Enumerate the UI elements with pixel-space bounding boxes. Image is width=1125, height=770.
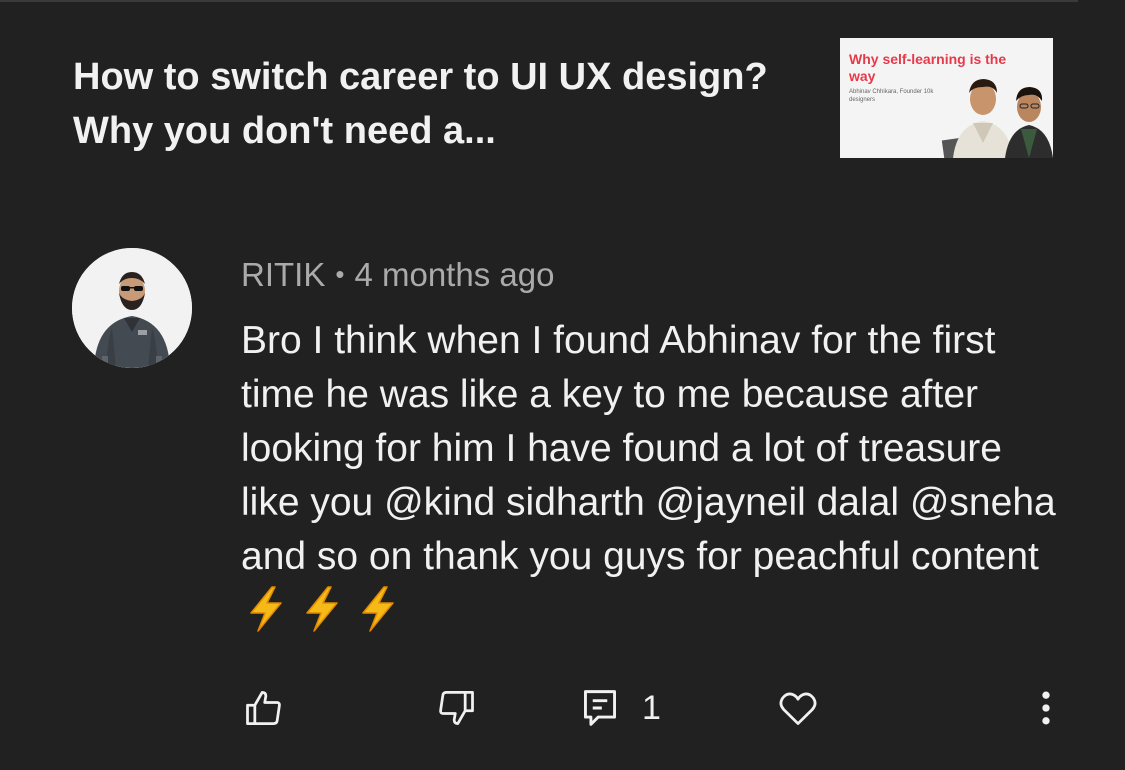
comment-text: Bro I think when I found Abhinav for the…: [241, 319, 1056, 578]
video-title[interactable]: How to switch career to UI UX design? Wh…: [73, 50, 773, 158]
thumbs-up-icon: [246, 691, 281, 725]
reply-count: 1: [642, 688, 661, 727]
more-button[interactable]: [1030, 680, 1062, 736]
top-divider: [0, 0, 1078, 2]
heart-icon: [779, 692, 817, 725]
video-thumbnail[interactable]: Why self-learning is the way Abhinav Chh…: [840, 38, 1053, 158]
comment-body: Bro I think when I found Abhinav for the…: [241, 314, 1071, 638]
high-voltage-emoji-icon: [250, 586, 282, 632]
avatar[interactable]: [72, 248, 192, 368]
thumbs-down-icon: [439, 691, 474, 725]
comment-emoji-group: [241, 586, 399, 632]
comment-detail-screen: How to switch career to UI UX design? Wh…: [0, 0, 1125, 770]
dislike-button[interactable]: [434, 680, 478, 736]
comment-meta: RITIK • 4 months ago: [241, 256, 554, 294]
thumbnail-people-image: [941, 79, 1053, 158]
high-voltage-emoji-icon: [362, 586, 394, 632]
comment-author[interactable]: RITIK: [241, 256, 325, 293]
like-button[interactable]: [242, 680, 286, 736]
high-voltage-emoji-icon: [306, 586, 338, 632]
reply-button[interactable]: 1: [580, 680, 661, 736]
heart-button[interactable]: [776, 680, 820, 736]
avatar-image: [72, 248, 192, 368]
comment-icon: [584, 690, 616, 726]
comment-actions: 1: [0, 680, 1125, 740]
video-header[interactable]: How to switch career to UI UX design? Wh…: [73, 38, 1073, 170]
meta-separator: •: [335, 259, 345, 289]
more-vertical-icon: [1042, 691, 1050, 725]
comment-time: 4 months ago: [354, 256, 555, 293]
